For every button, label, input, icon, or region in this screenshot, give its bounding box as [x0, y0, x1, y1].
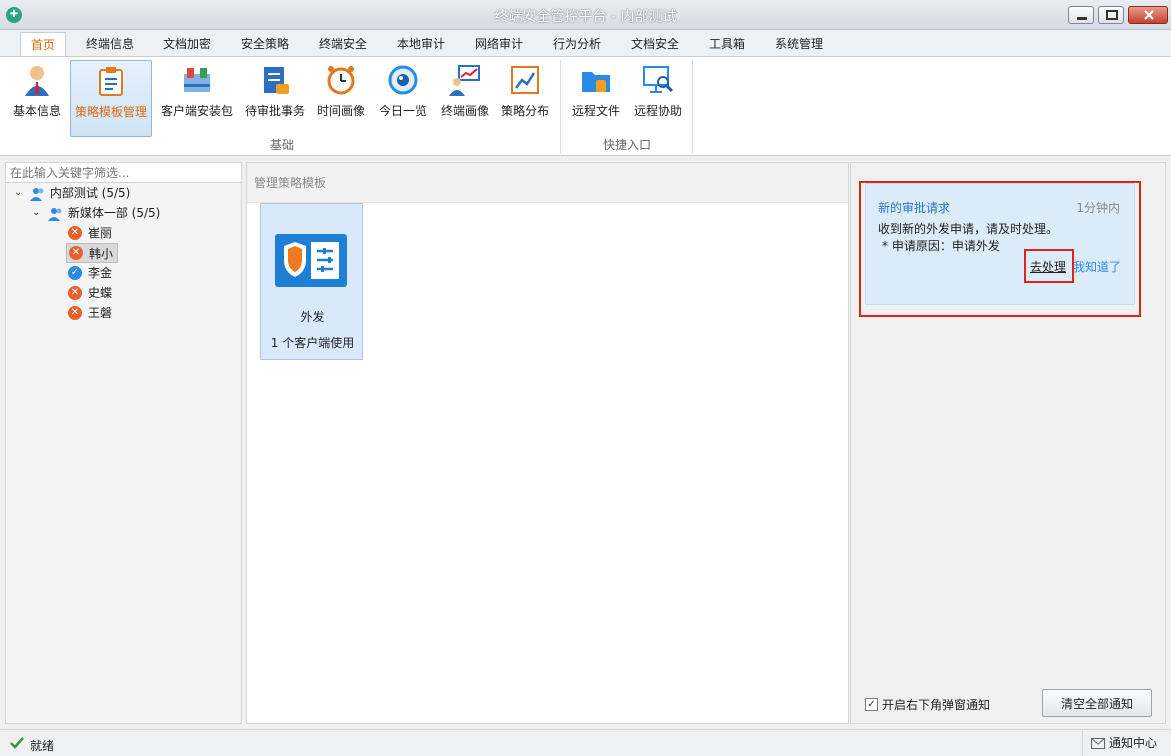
policy-template-pane: 管理策略模板 外发 1 个客户端使用: [246, 162, 849, 724]
minimize-icon: [1077, 17, 1087, 20]
basic-info-label: 基本信息: [12, 104, 61, 118]
terminal-profile-label: 终端画像: [440, 104, 489, 118]
tree-user[interactable]: ✕ 王磐: [68, 303, 128, 323]
tab-doc-encryption[interactable]: 文档加密: [155, 32, 219, 56]
package-icon: [184, 68, 210, 92]
tree-user[interactable]: ✕ 史蝶: [68, 283, 128, 303]
popup-notify-label: 开启右下角弹窗通知: [882, 698, 991, 712]
folder-icon: [582, 72, 610, 92]
tab-home[interactable]: 首页: [20, 32, 66, 56]
close-button[interactable]: [1128, 6, 1168, 24]
card-subtitle: 1 个客户端使用: [270, 336, 355, 350]
today-overview-label: 今日一览: [378, 104, 427, 118]
notification-center-button[interactable]: 通知中心: [1082, 730, 1171, 756]
mail-icon: [1091, 738, 1105, 749]
status-bar: 就绪 通知中心: [0, 729, 1171, 756]
popup-notify-checkbox[interactable]: ✓: [865, 698, 878, 711]
online-check-icon: ✓: [68, 266, 82, 280]
maximize-icon: [1106, 10, 1118, 20]
window-title: 终端安全管控平台 - 内部测试: [494, 9, 677, 25]
offline-status-icon: ✕: [68, 286, 82, 300]
remote-file-button[interactable]: 远程文件: [566, 60, 626, 137]
today-overview-button[interactable]: 今日一览: [374, 60, 432, 137]
org-tree-pane: ⌄ 内部测试 (5/5) ⌄ 新媒体一部 (5/5) ✕ 崔丽 ✕ 韩小 ✓ 李…: [5, 162, 242, 724]
tab-local-audit[interactable]: 本地审计: [389, 32, 453, 56]
pending-approval-button[interactable]: 待审批事务: [242, 60, 308, 137]
offline-status-icon: ✕: [69, 246, 83, 260]
eye-icon: [388, 65, 418, 95]
main-tab-bar: 首页 终端信息 文档加密 安全策略 终端安全 本地审计 网络审计 行为分析 文档…: [0, 30, 1171, 85]
time-profile-button[interactable]: 时间画像: [312, 60, 370, 137]
remote-assist-label: 远程协助: [633, 104, 682, 118]
close-icon: [1144, 10, 1154, 20]
tree-user-label: 王磐: [88, 306, 113, 320]
basic-info-button[interactable]: 基本信息: [6, 60, 68, 137]
tab-network-audit[interactable]: 网络审计: [467, 32, 531, 56]
tree-node-root-label: 内部测试 (5/5): [49, 186, 131, 200]
pending-approval-label: 待审批事务: [244, 104, 305, 118]
status-text: 就绪: [30, 739, 55, 753]
presenter-icon: [449, 65, 480, 96]
tab-doc-security[interactable]: 文档安全: [623, 32, 687, 56]
policy-template-card[interactable]: 外发 1 个客户端使用: [260, 203, 363, 360]
shield-settings-icon: [275, 234, 347, 287]
highlight-frame: [1024, 249, 1074, 283]
offline-status-icon: ✕: [68, 226, 82, 240]
tree-user-label: 李金: [88, 266, 113, 280]
maximize-button[interactable]: [1098, 6, 1124, 24]
group-users-icon: [30, 187, 44, 201]
monitor-search-icon: [643, 66, 674, 93]
tab-terminal-info[interactable]: 终端信息: [78, 32, 142, 56]
policy-template-label: 策略模板管理: [74, 105, 147, 119]
tree-user-label: 史蝶: [88, 286, 113, 300]
ribbon-divider: [560, 60, 561, 153]
tree-node-dept[interactable]: ⌄ 新媒体一部 (5/5): [32, 203, 160, 223]
tree-node-root[interactable]: ⌄ 内部测试 (5/5): [14, 183, 130, 203]
card-title: 外发: [300, 310, 325, 324]
group-quick-label: 快捷入口: [602, 138, 651, 152]
tab-behavior-analysis[interactable]: 行为分析: [545, 32, 609, 56]
clipboard-icon: [99, 67, 123, 96]
ribbon-toolbar: 基本信息 策略模板管理 客户端安装包 待审批事务 时间画像 今日一览 终端画像 …: [0, 56, 1171, 156]
client-package-button[interactable]: 客户端安装包: [156, 60, 238, 137]
alarm-clock-icon: [327, 66, 355, 95]
tree-filter-input[interactable]: [6, 163, 242, 183]
time-profile-label: 时间画像: [316, 104, 365, 118]
notification-pane: 新的审批请求 1分钟内 收到新的外发申请，请及时处理。 * 申请原因：申请外发 …: [850, 162, 1166, 724]
policy-distribution-button[interactable]: 策略分布: [498, 60, 552, 137]
tree-user[interactable]: ✕ 崔丽: [68, 223, 128, 243]
chevron-down-icon[interactable]: ⌄: [14, 183, 22, 203]
minimize-button[interactable]: [1068, 6, 1094, 24]
clear-all-notifications-button[interactable]: 清空全部通知: [1042, 689, 1152, 717]
remote-assist-button[interactable]: 远程协助: [628, 60, 688, 137]
terminal-profile-button[interactable]: 终端画像: [436, 60, 494, 137]
tree-user[interactable]: ✓ 李金: [68, 263, 128, 283]
pane-header: 管理策略模板: [247, 163, 848, 203]
tree-node-dept-label: 新媒体一部 (5/5): [67, 206, 161, 220]
group-users-icon: [48, 207, 62, 221]
approval-icon: [264, 67, 289, 94]
notification-center-label: 通知中心: [1109, 736, 1158, 750]
chevron-down-icon[interactable]: ⌄: [32, 203, 40, 223]
tree-user-selected[interactable]: ✕ 韩小: [66, 243, 118, 263]
highlight-frame: [859, 181, 1141, 317]
tree-user-label: 崔丽: [88, 226, 113, 240]
tab-toolbox[interactable]: 工具箱: [700, 32, 754, 56]
tree-user-label: 韩小: [89, 247, 114, 261]
tab-security-policy[interactable]: 安全策略: [233, 32, 297, 56]
check-icon: [10, 737, 24, 749]
remote-file-label: 远程文件: [571, 104, 620, 118]
policy-template-button[interactable]: 策略模板管理: [70, 60, 152, 137]
client-package-label: 客户端安装包: [160, 104, 233, 118]
policy-distribution-label: 策略分布: [500, 104, 549, 118]
group-basic-label: 基础: [269, 138, 294, 152]
title-bar: ✚ 终端安全管控平台 - 内部测试: [0, 0, 1171, 30]
tab-system-management[interactable]: 系统管理: [767, 32, 831, 56]
offline-status-icon: ✕: [68, 306, 82, 320]
line-chart-icon: [511, 66, 539, 94]
ribbon-divider: [692, 60, 693, 153]
person-icon: [25, 66, 49, 96]
tab-terminal-security[interactable]: 终端安全: [311, 32, 375, 56]
